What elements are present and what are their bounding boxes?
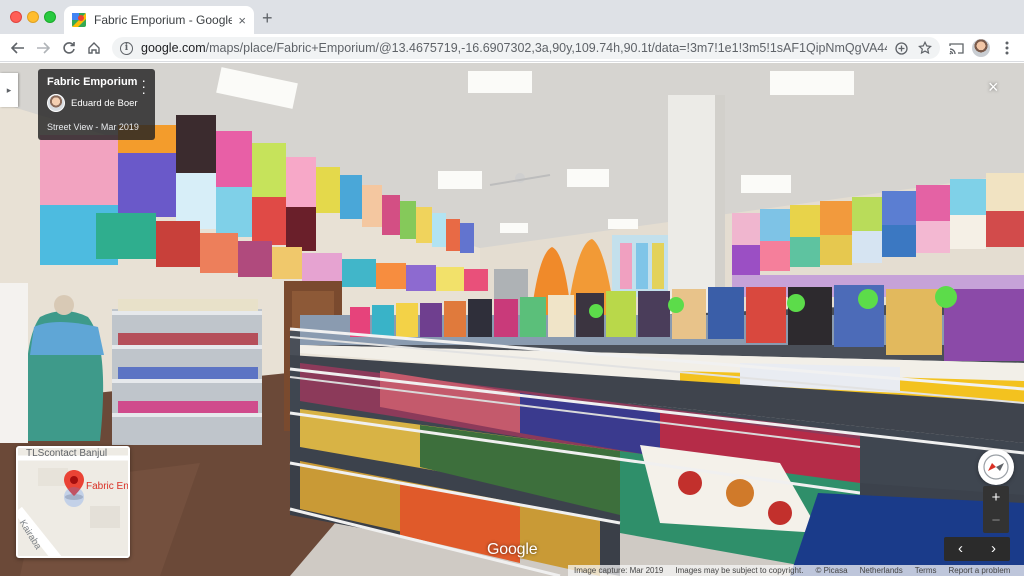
author-avatar bbox=[47, 94, 65, 112]
tab-strip: Fabric Emporium - Google Map × + bbox=[0, 0, 1024, 34]
reload-button[interactable] bbox=[57, 36, 81, 60]
report-problem-link[interactable]: Report a problem bbox=[943, 566, 1017, 575]
terms-link[interactable]: Terms bbox=[909, 566, 943, 575]
copyright-notice: Images may be subject to copyright. bbox=[675, 566, 804, 575]
url-text[interactable]: google.com/maps/place/Fabric+Emporium/@1… bbox=[141, 41, 887, 55]
forward-arrow-icon bbox=[37, 42, 50, 54]
forward-button[interactable] bbox=[31, 36, 55, 60]
close-street-view-button[interactable]: × bbox=[988, 78, 999, 96]
minimap-poi-label: TLScontact Banjul bbox=[26, 448, 108, 459]
reload-icon bbox=[63, 42, 75, 54]
url-path: /maps/place/Fabric+Emporium/@13.4675719,… bbox=[205, 41, 887, 55]
address-bar[interactable]: i google.com/maps/place/Fabric+Emporium/… bbox=[112, 37, 940, 59]
url-domain: google.com bbox=[141, 41, 206, 55]
picasa-credit-link[interactable]: © Picasa bbox=[809, 566, 853, 575]
back-button[interactable] bbox=[6, 36, 30, 60]
place-info-card: Fabric Emporium · · · Eduard de Boer Stree… bbox=[38, 69, 155, 140]
browser-menu-button[interactable] bbox=[995, 36, 1019, 60]
photo-author[interactable]: Eduard de Boer bbox=[47, 94, 146, 112]
zoom-control: + − bbox=[983, 486, 1009, 533]
minimap[interactable]: TLScontact Banjul Fabric En Kairaba bbox=[16, 446, 130, 558]
compass-icon bbox=[983, 454, 1009, 480]
window-minimize-button[interactable] bbox=[27, 11, 39, 23]
back-arrow-icon bbox=[11, 42, 24, 54]
place-menu-icon[interactable]: · · · bbox=[141, 73, 146, 99]
cast-icon bbox=[948, 42, 964, 54]
google-maps-favicon-icon bbox=[72, 13, 86, 27]
browser-toolbar: i google.com/maps/place/Fabric+Emporium/… bbox=[0, 34, 1024, 62]
compass-button[interactable] bbox=[978, 449, 1014, 485]
side-panel-toggle-button[interactable]: ▸ bbox=[0, 73, 18, 107]
attribution-bar: Image capture: Mar 2019 Images may be su… bbox=[568, 565, 1024, 576]
site-info-icon[interactable]: i bbox=[120, 41, 133, 55]
image-capture-date: Image capture: Mar 2019 bbox=[574, 566, 664, 575]
store-interior-image bbox=[0, 63, 1024, 576]
previous-photo-button[interactable]: ‹ bbox=[944, 537, 977, 561]
google-logo: Google bbox=[487, 541, 538, 558]
zoom-in-button[interactable]: + bbox=[983, 488, 1009, 508]
tab-title: Fabric Emporium - Google Map bbox=[94, 13, 233, 27]
more-vert-icon bbox=[1005, 41, 1009, 55]
home-icon bbox=[88, 42, 100, 54]
bookmark-star-icon[interactable] bbox=[918, 41, 932, 55]
minimap-place-label: Fabric En bbox=[86, 481, 129, 492]
browser-tab-active[interactable]: Fabric Emporium - Google Map × bbox=[64, 6, 254, 34]
window-maximize-button[interactable] bbox=[44, 11, 56, 23]
zoom-out-button[interactable]: − bbox=[983, 511, 1009, 531]
window-close-button[interactable] bbox=[10, 11, 22, 23]
cast-button[interactable] bbox=[944, 36, 968, 60]
capture-date: Street View - Mar 2019 bbox=[47, 122, 139, 132]
author-name: Eduard de Boer bbox=[71, 97, 138, 109]
navigation-arrows: ‹ › bbox=[944, 537, 1010, 561]
country-link[interactable]: Netherlands bbox=[854, 566, 909, 575]
profile-avatar[interactable] bbox=[972, 39, 990, 57]
add-icon[interactable] bbox=[895, 41, 908, 55]
tab-close-icon[interactable]: × bbox=[238, 13, 246, 28]
street-view-cone-icon bbox=[64, 487, 84, 507]
street-view-panorama[interactable]: ▸ Fabric Emporium · · · Eduard de Boer Str… bbox=[0, 63, 1024, 576]
home-button[interactable] bbox=[82, 36, 106, 60]
new-tab-button[interactable]: + bbox=[262, 8, 273, 29]
next-photo-button[interactable]: › bbox=[977, 537, 1010, 561]
place-title[interactable]: Fabric Emporium bbox=[47, 76, 146, 88]
